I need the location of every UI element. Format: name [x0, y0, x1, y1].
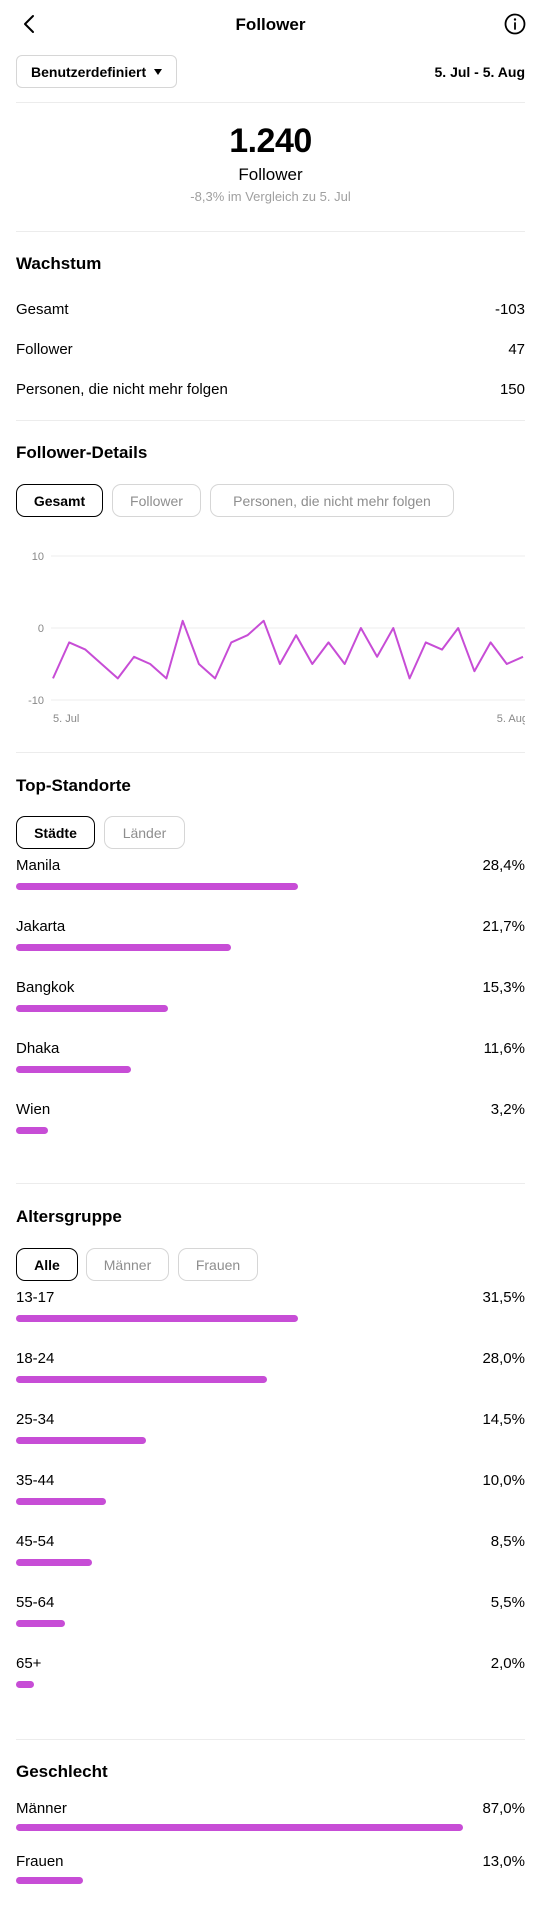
- location-value: 11,6%: [483, 1040, 525, 1057]
- gender-title: Geschlecht: [16, 1762, 108, 1781]
- tab-countries[interactable]: Länder: [104, 816, 185, 849]
- age-group-label: 13-17: [16, 1289, 55, 1306]
- info-button[interactable]: [503, 12, 527, 36]
- age-group-label: 18-24: [16, 1350, 55, 1367]
- tab-gesamt[interactable]: Gesamt: [16, 484, 103, 517]
- age-group-bar: [16, 1620, 65, 1627]
- location-value: 3,2%: [490, 1101, 525, 1118]
- age-group-label: 45-54: [16, 1533, 55, 1550]
- growth-row-value: 47: [508, 341, 525, 358]
- growth-row-unfollows: Personen, die nicht mehr folgen 150: [16, 381, 525, 398]
- tab-cities[interactable]: Städte: [16, 816, 95, 849]
- age-group-value: 8,5%: [490, 1533, 525, 1550]
- caret-down-icon: [154, 68, 163, 75]
- growth-row-label: Gesamt: [16, 301, 69, 318]
- divider: [16, 1183, 525, 1184]
- growth-row-total: Gesamt -103: [16, 301, 525, 318]
- growth-row-value: 150: [499, 381, 525, 398]
- growth-title: Wachstum: [16, 254, 102, 273]
- location-label: Bangkok: [16, 979, 75, 996]
- y-tick-label: 10: [32, 551, 44, 563]
- age-group-bar: [16, 1681, 34, 1688]
- tab-women[interactable]: Frauen: [178, 1248, 258, 1281]
- gender-label: Männer: [16, 1800, 67, 1817]
- gender-value: 87,0%: [482, 1800, 525, 1817]
- follower-line-chart: 10 0 -10 5. Jul 5. Aug: [28, 551, 525, 725]
- location-bar: [16, 883, 298, 890]
- tab-all[interactable]: Alle: [16, 1248, 78, 1281]
- gender-bar: [16, 1824, 463, 1831]
- location-value: 21,7%: [482, 918, 525, 935]
- tab-men[interactable]: Männer: [86, 1248, 169, 1281]
- growth-row-label: Follower: [16, 341, 73, 358]
- location-value: 15,3%: [482, 979, 525, 996]
- location-value: 28,4%: [482, 857, 525, 874]
- tab-unfollows[interactable]: Personen, die nicht mehr folgen: [210, 484, 454, 517]
- gender-label: Frauen: [16, 1853, 64, 1870]
- location-label: Wien: [16, 1101, 51, 1118]
- age-group-value: 28,0%: [482, 1350, 525, 1367]
- age-group-value: 2,0%: [490, 1655, 525, 1672]
- location-bar: [16, 1127, 48, 1134]
- location-bar: [16, 1066, 131, 1073]
- age-group-label: 65+: [16, 1655, 42, 1672]
- location-label: Dhaka: [16, 1040, 60, 1057]
- top-bar: Follower: [0, 0, 541, 50]
- top-locations-title: Top-Standorte: [16, 776, 131, 795]
- age-group-bar: [16, 1498, 106, 1505]
- age-group-value: 5,5%: [490, 1594, 525, 1611]
- age-group-label: 55-64: [16, 1594, 55, 1611]
- follower-count-label: Follower: [238, 165, 303, 184]
- age-group-value: 14,5%: [482, 1411, 525, 1428]
- info-icon: [504, 13, 526, 35]
- tab-follower[interactable]: Follower: [112, 484, 201, 517]
- date-range-dropdown[interactable]: Benutzerdefiniert: [16, 55, 178, 88]
- follower-details-title: Follower-Details: [16, 443, 148, 462]
- age-group-title: Altersgruppe: [16, 1207, 122, 1226]
- x-tick-label-end: 5. Aug: [497, 713, 525, 725]
- age-group-bar: [16, 1437, 146, 1444]
- divider: [16, 102, 525, 103]
- growth-row-label: Personen, die nicht mehr folgen: [16, 381, 228, 398]
- growth-row-followers: Follower 47: [16, 341, 525, 358]
- date-range-dropdown-label: Benutzerdefiniert: [31, 63, 147, 80]
- age-group-value: 10,0%: [482, 1472, 525, 1489]
- divider: [16, 1739, 525, 1740]
- series-line: [52, 619, 524, 680]
- age-group-bar: [16, 1559, 92, 1566]
- comparison-text: -8,3% im Vergleich zu 5. Jul: [190, 189, 351, 204]
- page-title: Follower: [235, 15, 306, 34]
- location-bar: [16, 944, 231, 951]
- gender-value: 13,0%: [482, 1853, 525, 1870]
- age-group-bar: [16, 1376, 267, 1383]
- growth-row-value: -103: [494, 301, 525, 318]
- gender-bar: [16, 1877, 83, 1884]
- follower-count: 1.240: [229, 122, 312, 160]
- age-group-label: 25-34: [16, 1411, 55, 1428]
- location-bar: [16, 1005, 168, 1012]
- location-label: Manila: [16, 857, 61, 874]
- age-group-label: 35-44: [16, 1472, 55, 1489]
- divider: [16, 420, 525, 421]
- location-label: Jakarta: [16, 918, 66, 935]
- y-tick-label: -10: [28, 695, 44, 707]
- y-tick-label: 0: [38, 623, 44, 635]
- x-tick-label-start: 5. Jul: [53, 713, 79, 725]
- date-range-text: 5. Jul - 5. Aug: [434, 64, 526, 80]
- age-group-value: 31,5%: [482, 1289, 525, 1306]
- divider: [16, 231, 525, 232]
- divider: [16, 752, 525, 753]
- age-group-bar: [16, 1315, 298, 1322]
